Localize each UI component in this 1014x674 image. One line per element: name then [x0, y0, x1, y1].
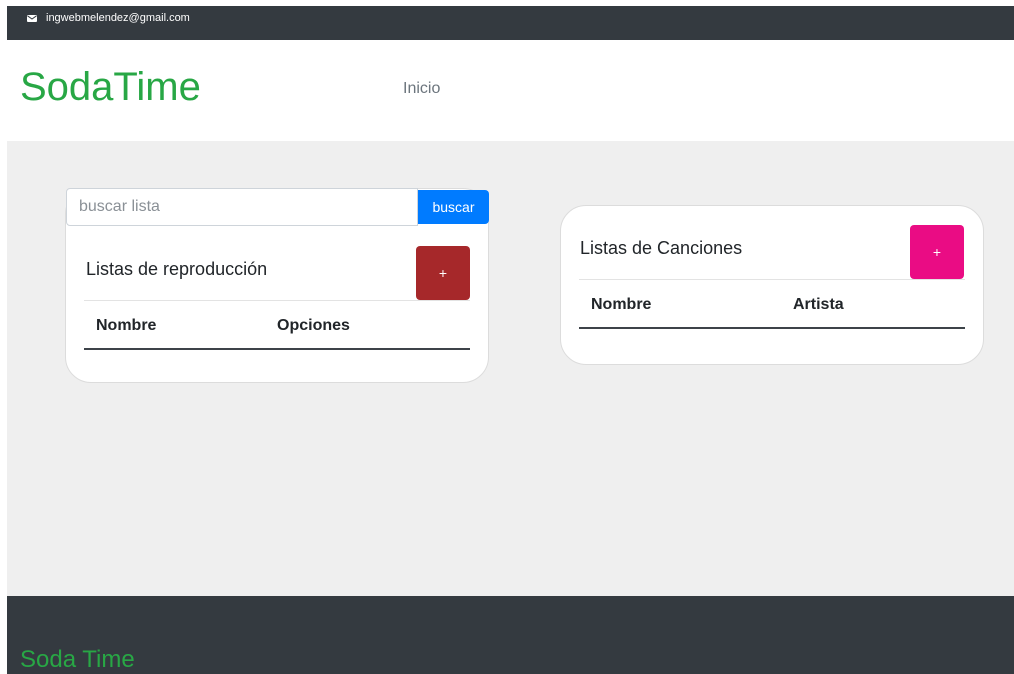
card-divider: [579, 279, 965, 280]
brand-logo[interactable]: SodaTime: [20, 64, 201, 110]
search-playlist-input[interactable]: [66, 188, 418, 226]
playlists-title: Listas de reproducción: [86, 259, 268, 279]
top-bar: ingwebmelendez@gmail.com: [7, 6, 1014, 40]
column-header-nombre: Nombre: [591, 296, 652, 313]
site-header: SodaTime Inicio: [7, 40, 1014, 141]
songs-title: Listas de Canciones: [580, 238, 743, 258]
table-header-border: [579, 327, 965, 329]
column-header-artista: Artista: [793, 296, 844, 313]
footer-brand: Soda Time: [20, 646, 135, 673]
playlists-card: buscar Listas de reproducción + Nombre O…: [65, 188, 489, 383]
add-song-button[interactable]: +: [910, 225, 964, 279]
page: ingwebmelendez@gmail.com SodaTime Inicio…: [0, 0, 1014, 674]
site-footer: Soda Time: [7, 596, 1014, 674]
column-header-nombre: Nombre: [96, 317, 157, 334]
contact-email: ingwebmelendez@gmail.com: [46, 12, 190, 24]
card-divider: [84, 300, 470, 301]
envelope-icon: [27, 15, 37, 22]
main-content: buscar Listas de reproducción + Nombre O…: [7, 141, 1014, 596]
add-playlist-button[interactable]: +: [416, 246, 470, 300]
table-header-border: [84, 348, 470, 350]
nav-link-inicio[interactable]: Inicio: [403, 79, 440, 99]
songs-card: Listas de Canciones + Nombre Artista: [560, 205, 984, 365]
search-button[interactable]: buscar: [418, 190, 489, 224]
column-header-opciones: Opciones: [277, 317, 350, 334]
